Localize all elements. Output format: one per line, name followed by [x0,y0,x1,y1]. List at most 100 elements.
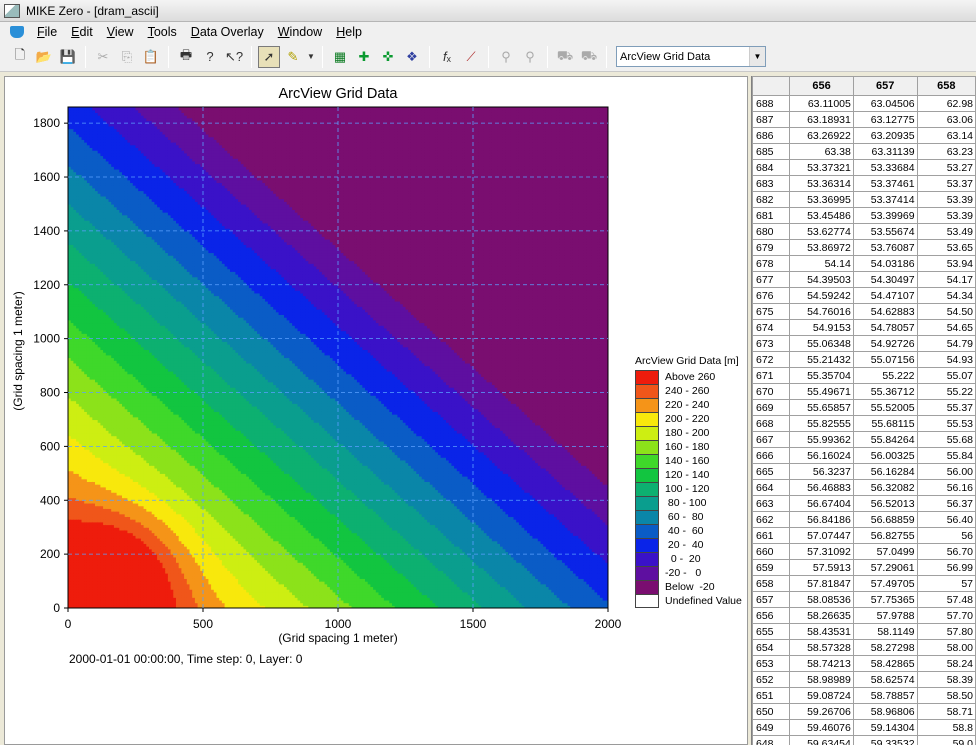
row-header[interactable]: 648 [752,735,791,745]
row-header[interactable]: 668 [752,415,791,432]
table-cell[interactable]: 53.62774 [789,223,854,240]
column-header[interactable] [752,76,791,96]
row-header[interactable]: 680 [752,223,791,240]
table-cell[interactable]: 58.74213 [789,655,854,672]
table-cell[interactable]: 56.16284 [852,463,918,480]
table-row[interactable]: 686 63.26922 63.20935 63.14 [752,127,976,144]
data-grid-pane[interactable]: 656 657 658 688 63.11005 63.04506 62.98 687 63.1… [751,76,976,745]
table-row[interactable]: 649 59.46076 59.14304 58.8 [752,719,976,736]
table-cell[interactable]: 55.06348 [789,335,854,352]
menu-edit[interactable]: Edit [64,25,100,39]
row-header[interactable]: 664 [752,479,791,496]
table-cell[interactable]: 54.50 [916,303,976,320]
refine-icon[interactable]: ❖ [401,46,423,68]
table-cell[interactable]: 63.04506 [852,95,918,112]
document-icon[interactable] [10,26,24,38]
table-row[interactable]: 674 54.9153 54.78057 54.65 [752,319,976,336]
row-header[interactable]: 669 [752,399,791,416]
table-row[interactable]: 656 58.26635 57.9788 57.70 [752,607,976,624]
table-cell[interactable]: 56.68859 [852,511,918,528]
table-cell[interactable]: 53.39969 [852,207,918,224]
pointer-icon[interactable]: ➚ [258,45,280,68]
table-cell[interactable]: 54.9153 [789,319,854,336]
table-cell[interactable]: 58.1149 [852,623,918,640]
table-cell[interactable]: 58.78857 [852,687,918,704]
row-header[interactable]: 649 [752,719,791,736]
row-header[interactable]: 679 [752,239,791,256]
table-cell[interactable]: 55.35704 [789,367,854,384]
table-cell[interactable]: 55.65857 [789,399,854,416]
row-header[interactable]: 676 [752,287,791,304]
table-cell[interactable]: 55.222 [852,367,918,384]
table-cell[interactable]: 53.76087 [852,239,918,256]
plot-pane[interactable]: ArcView Grid Data 0 500 1000 1500 2000 0 200 40… [4,76,748,745]
table-cell[interactable]: 56.00325 [852,447,918,464]
table-row[interactable]: 651 59.08724 58.78857 58.50 [752,687,976,704]
menu-tools[interactable]: Tools [141,25,184,39]
row-header[interactable]: 663 [752,495,791,512]
table-row[interactable]: 673 55.06348 54.92726 54.79 [752,335,976,352]
table-cell[interactable]: 63.38 [789,143,854,160]
table-row[interactable]: 663 56.67404 56.52013 56.37 [752,495,976,512]
menu-window[interactable]: Window [271,25,329,39]
table-row[interactable]: 676 54.59242 54.47107 54.34 [752,287,976,304]
chevron-down-icon[interactable]: ▼ [749,47,765,66]
row-header[interactable]: 650 [752,703,791,720]
table-cell[interactable]: 59.14304 [852,719,918,736]
table-cell[interactable]: 57.07447 [789,527,854,544]
row-header[interactable]: 673 [752,335,791,352]
table-cell[interactable]: 54.65 [916,319,976,336]
item-select[interactable]: ArcView Grid Data ▼ [616,46,766,67]
table-cell[interactable]: 59.63454 [789,735,854,745]
row-header[interactable]: 682 [752,191,791,208]
table-cell[interactable]: 59.08724 [789,687,854,704]
row-header[interactable]: 683 [752,175,791,192]
table-row[interactable]: 682 53.36995 53.37414 53.39 [752,191,976,208]
copy-icon[interactable]: ⎘ [116,46,138,68]
menu-help[interactable]: Help [329,25,369,39]
row-header[interactable]: 688 [752,95,791,112]
table-cell[interactable]: 58.00 [916,639,976,656]
row-header[interactable]: 684 [752,159,791,176]
table-cell[interactable]: 56 [916,527,976,544]
open-icon[interactable]: 📂 [33,46,55,68]
table-cell[interactable]: 57.0499 [852,543,918,560]
row-header[interactable]: 686 [752,127,791,144]
table-cell[interactable]: 58.98989 [789,671,854,688]
table-row[interactable]: 679 53.86972 53.76087 53.65 [752,239,976,256]
table-row[interactable]: 657 58.08536 57.75365 57.48 [752,591,976,608]
table-cell[interactable]: 53.45486 [789,207,854,224]
table-row[interactable]: 683 53.36314 53.37461 53.37 [752,175,976,192]
table-cell[interactable]: 55.68 [916,431,976,448]
context-help-icon[interactable]: ↖? [223,46,245,68]
edit-node-icon[interactable]: ✜ [377,46,399,68]
table-row[interactable]: 653 58.74213 58.42865 58.24 [752,655,976,672]
table-row[interactable]: 684 53.37321 53.33684 53.27 [752,159,976,176]
row-header[interactable]: 670 [752,383,791,400]
row-header[interactable]: 675 [752,303,791,320]
table-row[interactable]: 671 55.35704 55.222 55.07 [752,367,976,384]
row-header[interactable]: 674 [752,319,791,336]
table-cell[interactable]: 54.39503 [789,271,854,288]
table-cell[interactable]: 55.22 [916,383,976,400]
table-cell[interactable]: 54.34 [916,287,976,304]
row-header[interactable]: 651 [752,687,791,704]
print-icon[interactable]: 🖶 [175,46,197,68]
table-cell[interactable]: 55.53 [916,415,976,432]
table-cell[interactable]: 59.46076 [789,719,854,736]
table-cell[interactable]: 55.84264 [852,431,918,448]
table-cell[interactable]: 55.82555 [789,415,854,432]
pen-icon[interactable]: ✎ [282,46,304,68]
table-row[interactable]: 687 63.18931 63.12775 63.06 [752,111,976,128]
table-cell[interactable]: 57.75365 [852,591,918,608]
table-cell[interactable]: 58.71 [916,703,976,720]
save-icon[interactable]: 💾 [57,46,79,68]
table-cell[interactable]: 62.98 [916,95,976,112]
table-cell[interactable]: 54.03186 [852,255,918,272]
table-row[interactable]: 688 63.11005 63.04506 62.98 [752,95,976,112]
column-header[interactable]: 657 [852,76,918,96]
row-header[interactable]: 662 [752,511,791,528]
table-cell[interactable]: 53.37461 [852,175,918,192]
table-row[interactable]: 670 55.49671 55.36712 55.22 [752,383,976,400]
table-cell[interactable]: 53.94 [916,255,976,272]
